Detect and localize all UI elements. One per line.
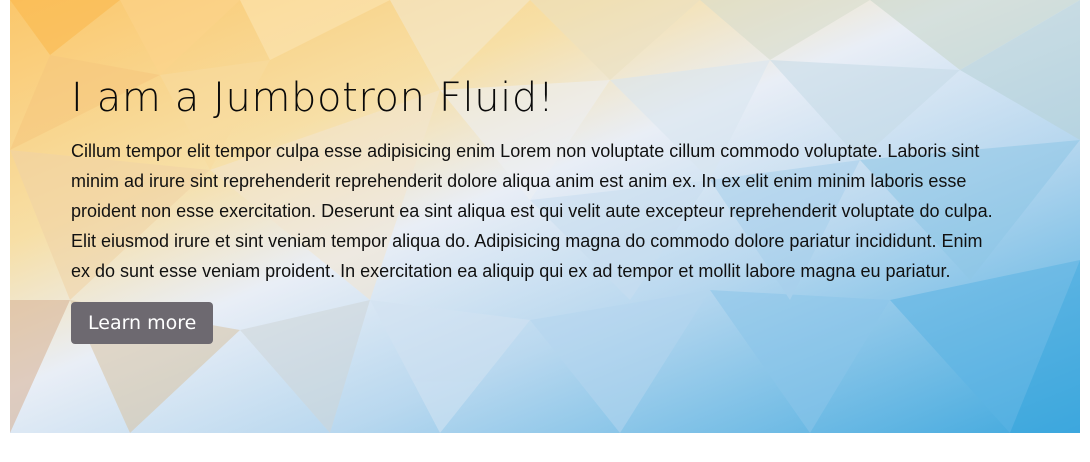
jumbotron: I am a Jumbotron Fluid! Cillum tempor el… bbox=[10, 0, 1080, 433]
jumbotron-title: I am a Jumbotron Fluid! bbox=[71, 75, 555, 121]
learn-more-button[interactable]: Learn more bbox=[71, 302, 214, 344]
jumbotron-content: I am a Jumbotron Fluid! Cillum tempor el… bbox=[71, 72, 1011, 344]
jumbotron-lead-text: Cillum tempor elit tempor culpa esse adi… bbox=[71, 141, 993, 281]
